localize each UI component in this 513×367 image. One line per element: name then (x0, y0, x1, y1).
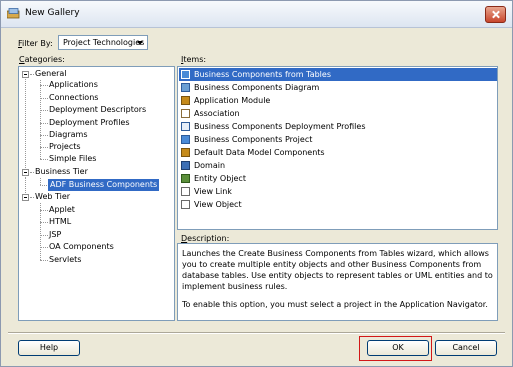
list-item-business-components-deployment-profiles[interactable]: Business Components Deployment Profiles (179, 120, 497, 133)
tree-node-deployment-profiles[interactable]: Deployment Profiles (49, 117, 130, 129)
list-item-default-data-model-components[interactable]: Default Data Model Components (179, 146, 497, 159)
list-item-business-components-project[interactable]: Business Components Project (179, 133, 497, 146)
data-model-icon (181, 148, 190, 157)
window-title: New Gallery (25, 8, 80, 18)
list-item-business-components-from-tables[interactable]: Business Components from Tables (179, 68, 497, 81)
entity-object-icon (181, 174, 190, 183)
description-label: Description: (181, 234, 230, 243)
diagram-icon (181, 83, 190, 92)
tree-node-business-tier[interactable]: Business Tier (35, 166, 88, 178)
tree-node-servlets[interactable]: Servlets (49, 254, 81, 266)
new-gallery-dialog: New Gallery Filter By: Project Technolog… (0, 0, 513, 367)
deployment-profile-icon (181, 122, 190, 131)
tree-node-simple-files[interactable]: Simple Files (49, 153, 96, 165)
ok-button[interactable]: OK (367, 340, 429, 356)
tree-node-html[interactable]: HTML (49, 216, 71, 228)
collapse-web-tier-icon[interactable] (22, 194, 29, 201)
collapse-general-icon[interactable] (22, 71, 29, 78)
table-wizard-icon (181, 70, 190, 79)
list-item-application-module[interactable]: Application Module (179, 94, 497, 107)
collapse-business-tier-icon[interactable] (22, 169, 29, 176)
domain-icon (181, 161, 190, 170)
description-hint: To enable this option, you must select a… (182, 300, 488, 309)
categories-tree[interactable]: General Applications Connections Deploym… (18, 66, 175, 321)
tree-node-applet[interactable]: Applet (49, 204, 75, 216)
tree-node-oa-components[interactable]: OA Components (49, 241, 114, 253)
items-label: Items: (181, 55, 207, 64)
categories-label: Categories: (19, 55, 65, 64)
list-item-view-link[interactable]: View Link (179, 185, 497, 198)
close-button[interactable] (485, 6, 506, 23)
list-item-view-object[interactable]: View Object (179, 198, 497, 211)
gallery-icon (7, 8, 20, 19)
tree-node-connections[interactable]: Connections (49, 92, 98, 104)
tree-node-projects[interactable]: Projects (49, 141, 81, 153)
description-text: Launches the Create Business Components … (182, 249, 493, 291)
list-item-association[interactable]: Association (179, 107, 497, 120)
filter-by-value: Project Technologies (63, 38, 145, 47)
view-object-icon (181, 200, 190, 209)
tree-node-deployment-descriptors[interactable]: Deployment Descriptors (49, 104, 146, 116)
list-item-business-components-diagram[interactable]: Business Components Diagram (179, 81, 497, 94)
tree-node-adf-business-components[interactable]: ADF Business Components (48, 179, 160, 191)
tree-node-applications[interactable]: Applications (49, 79, 98, 91)
description-panel: Launches the Create Business Components … (177, 243, 498, 321)
chevron-down-icon (137, 41, 143, 45)
association-icon (181, 109, 190, 118)
help-button[interactable]: Help (18, 340, 80, 356)
application-module-icon (181, 96, 190, 105)
tree-node-diagrams[interactable]: Diagrams (49, 129, 88, 141)
tree-node-jsp[interactable]: JSP (49, 229, 61, 241)
items-list[interactable]: Business Components from Tables Business… (177, 66, 498, 230)
filter-by-label: Filter By: (18, 39, 53, 48)
filter-by-dropdown[interactable]: Project Technologies (58, 35, 148, 50)
tree-node-web-tier[interactable]: Web Tier (35, 191, 70, 203)
footer-divider (8, 332, 505, 334)
project-icon (181, 135, 190, 144)
view-link-icon (181, 187, 190, 196)
title-bar[interactable]: New Gallery (1, 1, 512, 28)
list-item-domain[interactable]: Domain (179, 159, 497, 172)
cancel-button[interactable]: Cancel (435, 340, 497, 356)
list-item-entity-object[interactable]: Entity Object (179, 172, 497, 185)
